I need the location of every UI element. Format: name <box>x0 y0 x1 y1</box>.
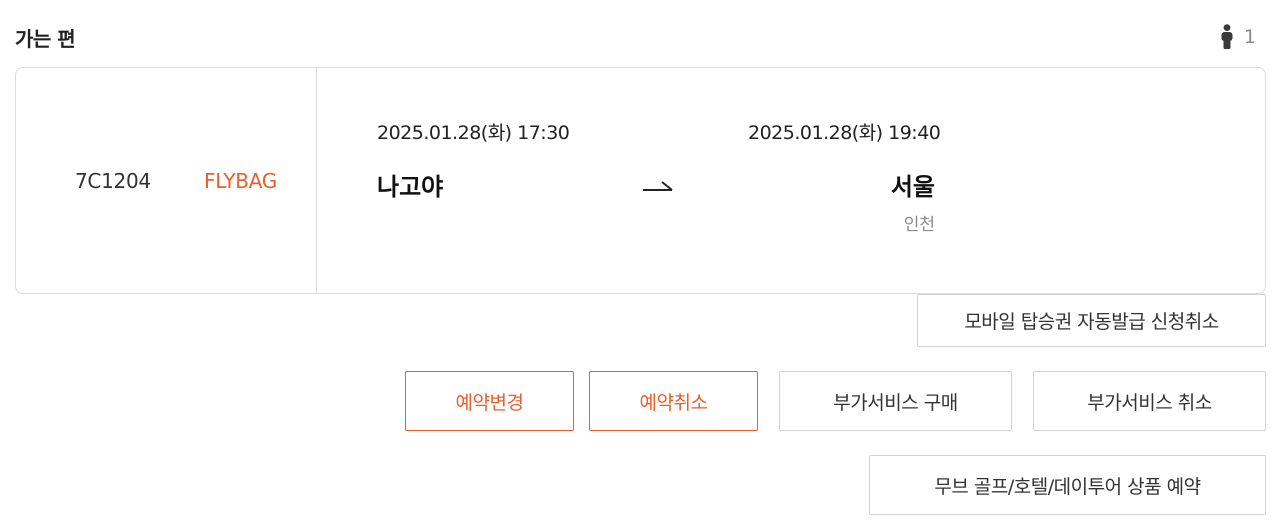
mobile-boarding-pass-cancel-button[interactable]: 모바일 탑승권 자동발급 신청취소 <box>917 294 1266 347</box>
cancel-booking-button[interactable]: 예약취소 <box>589 371 758 431</box>
departure-city: 나고야 <box>377 173 444 201</box>
passenger-count-value: 1 <box>1243 26 1256 48</box>
person-icon <box>1220 24 1234 50</box>
passenger-count: 1 <box>1220 24 1256 50</box>
flight-card: 7C1204 FLYBAG 2025.01.28(화) 17:30 2025.0… <box>15 67 1266 294</box>
itinerary-page: 가는 편 1 7C1204 FLYBAG 2025.01.28(화) 17:30… <box>0 0 1283 532</box>
section-title: 가는 편 <box>15 27 76 51</box>
arrow-right-icon <box>642 178 674 197</box>
arrival-datetime: 2025.01.28(화) 19:40 <box>748 122 941 144</box>
flight-info-panel: 7C1204 FLYBAG <box>16 68 317 293</box>
cancel-addon-service-button[interactable]: 부가서비스 취소 <box>1033 371 1266 431</box>
flight-number: 7C1204 <box>75 169 151 193</box>
move-golf-hotel-daytour-booking-button[interactable]: 무브 골프/호텔/데이투어 상품 예약 <box>869 455 1266 515</box>
arrival-city: 서울 <box>890 173 935 201</box>
departure-datetime: 2025.01.28(화) 17:30 <box>377 122 570 144</box>
carrier-tag: FLYBAG <box>204 169 277 193</box>
change-booking-button[interactable]: 예약변경 <box>405 371 574 431</box>
buy-addon-service-button[interactable]: 부가서비스 구매 <box>779 371 1012 431</box>
arrival-airport: 인천 <box>903 215 935 235</box>
